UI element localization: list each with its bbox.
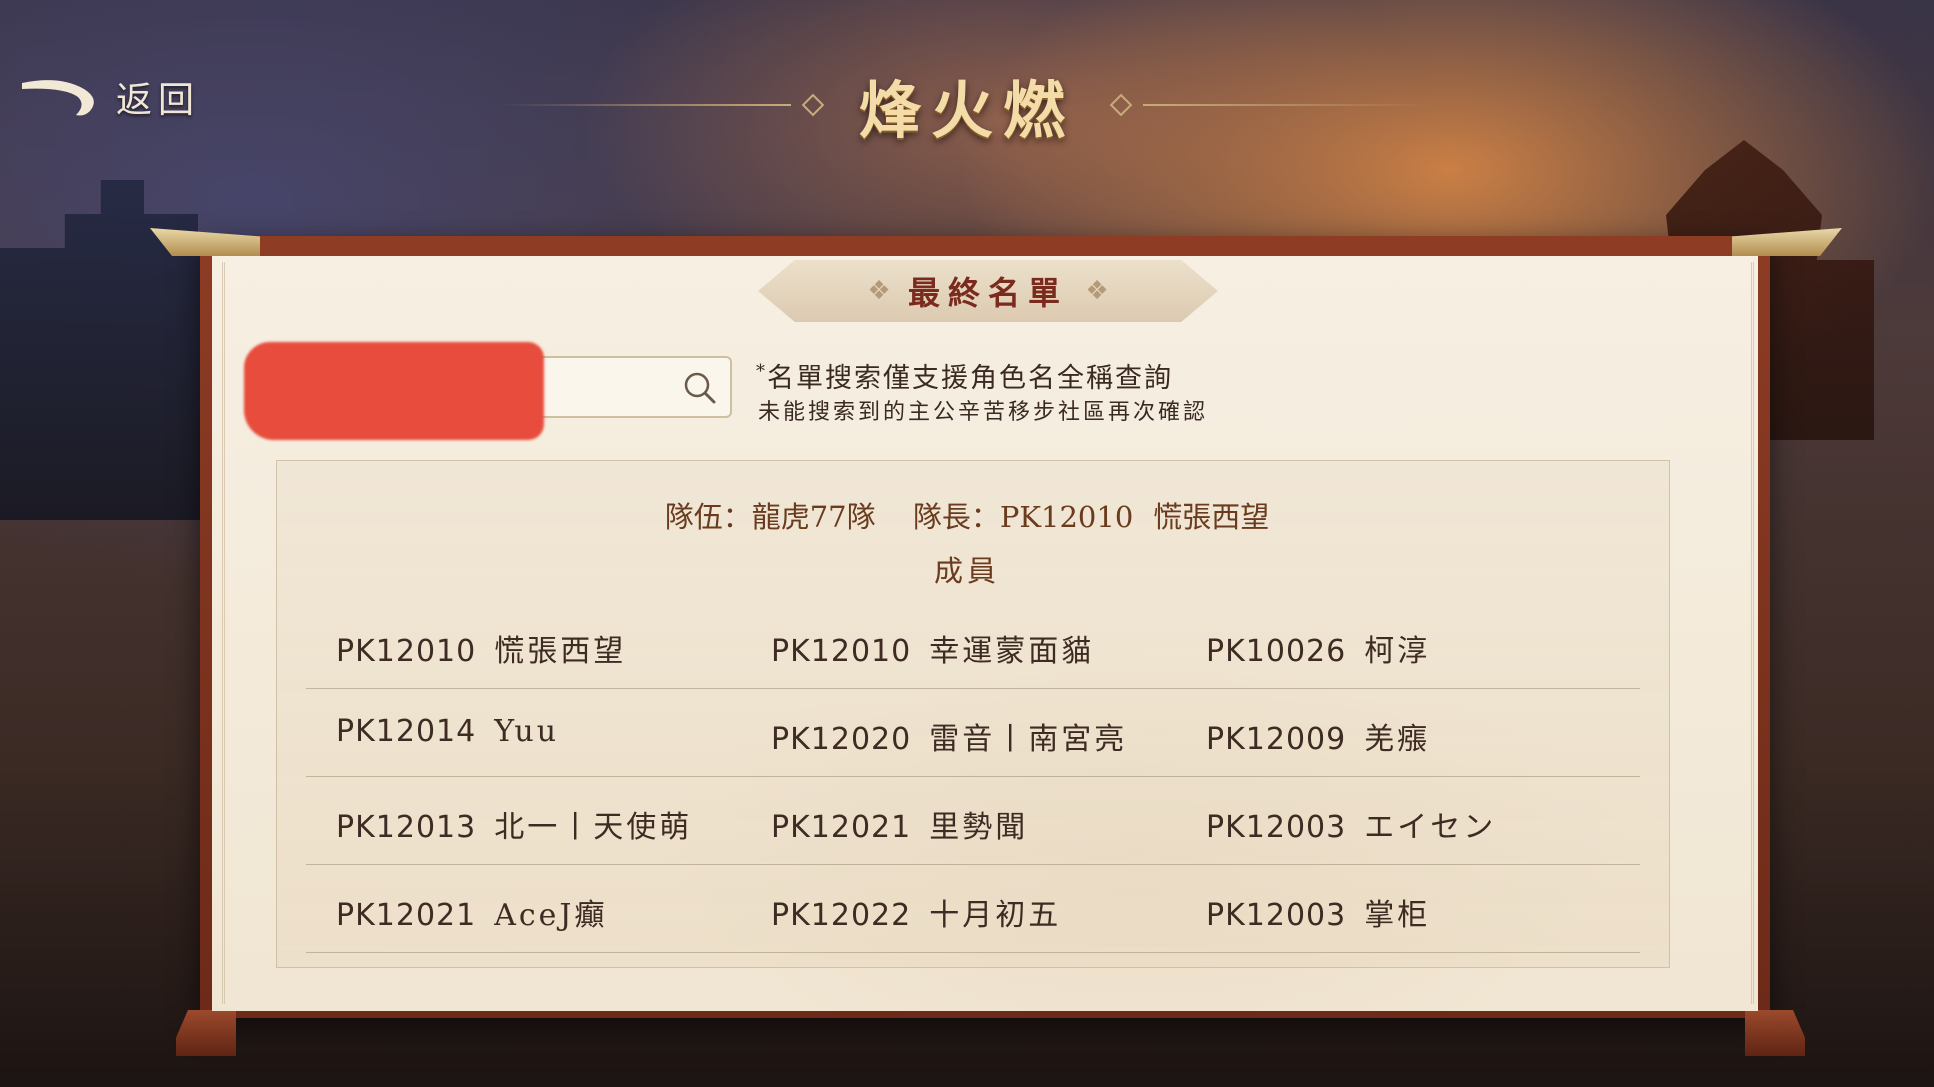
member-row: PK12021 AceJ癲 PK12022 十月初五 PK12003 掌柜 — [306, 864, 1640, 953]
team-label: 隊伍： — [664, 500, 752, 534]
member-name: 里勢聞 — [929, 810, 1029, 845]
title-divider-right — [1143, 104, 1433, 106]
page-title-bar: 烽火燃 — [0, 60, 1934, 150]
member-id: PK12020 — [771, 722, 912, 757]
knot-ornament-left-icon: ❖ — [867, 276, 891, 306]
member-id: PK12022 — [771, 898, 912, 933]
member-entry: PK12014 Yuu — [336, 714, 559, 749]
section-banner: ❖ 最終名單 ❖ — [758, 260, 1218, 322]
member-id: PK12021 — [336, 898, 477, 933]
search-icon[interactable] — [682, 370, 718, 406]
captain-field: 隊長：PK12010 慌張西望 — [913, 500, 1269, 534]
redaction-mark — [244, 342, 544, 440]
member-entry: PK12003 エイセン — [1206, 802, 1496, 846]
member-row: PK12010 慌張西望 PK12010 幸運蒙面貓 PK10026 柯淳 — [306, 600, 1640, 689]
knot-ornament-right-icon: ❖ — [1085, 276, 1109, 306]
frame-foot-right — [1745, 1010, 1805, 1056]
member-name: 羌瘬 — [1364, 722, 1431, 757]
member-id: PK12003 — [1206, 898, 1347, 933]
member-entry: PK12013 北一丨天使萌 — [336, 802, 692, 846]
member-id: PK12009 — [1206, 722, 1347, 757]
member-id: PK12010 — [336, 634, 477, 669]
member-id: PK12021 — [771, 810, 912, 845]
member-id: PK12014 — [336, 714, 477, 749]
team-field: 隊伍：龍虎77隊 — [665, 500, 876, 534]
member-entry: PK12010 幸運蒙面貓 — [771, 626, 1094, 670]
captain-name: 慌張西望 — [1153, 500, 1270, 534]
member-entry: PK12021 AceJ癲 — [336, 890, 607, 934]
title-diamond-left — [801, 93, 825, 117]
member-name: 雷音丨南宮亮 — [929, 722, 1128, 757]
member-name: AceJ癲 — [494, 898, 608, 933]
member-row: PK12014 Yuu PK12020 雷音丨南宮亮 PK12009 羌瘬 — [306, 688, 1640, 777]
captain-id: PK12010 — [999, 500, 1134, 534]
member-id: PK12003 — [1206, 810, 1347, 845]
captain-label: 隊長： — [912, 500, 1000, 534]
member-name: 幸運蒙面貓 — [929, 634, 1095, 669]
member-name: エイセン — [1364, 810, 1497, 845]
page-title: 烽火燃 — [858, 74, 1075, 147]
member-entry: PK10026 柯淳 — [1206, 626, 1430, 670]
member-id: PK10026 — [1206, 634, 1347, 669]
title-diamond-right — [1109, 93, 1133, 117]
member-entry: PK12021 里勢聞 — [771, 802, 1028, 846]
team-name: 龍虎77隊 — [751, 500, 876, 534]
frame-foot-left — [176, 1010, 236, 1056]
member-name: Yuu — [494, 714, 560, 749]
member-name: 柯淳 — [1364, 634, 1431, 669]
member-name: 北一丨天使萌 — [494, 810, 693, 845]
search-note-secondary: 未能搜索到的主公辛苦移步社區再次確認 — [758, 400, 1209, 425]
member-entry: PK12022 十月初五 — [771, 890, 1061, 934]
member-name: 掌柜 — [1364, 898, 1431, 933]
search-note-primary: *名單搜索僅支援角色名全稱查詢 — [756, 361, 1173, 394]
member-entry: PK12003 掌柜 — [1206, 890, 1430, 934]
member-id: PK12013 — [336, 810, 477, 845]
member-row: PK12013 北一丨天使萌 PK12021 里勢聞 PK12003 エイセン — [306, 776, 1640, 865]
members-heading: 成員 — [933, 554, 1000, 588]
member-entry: PK12009 羌瘬 — [1206, 714, 1430, 758]
member-name: 十月初五 — [929, 898, 1062, 933]
team-info: 隊伍：龍虎77隊 隊長：PK12010 慌張西望 — [0, 494, 1934, 536]
member-id: PK12010 — [771, 634, 912, 669]
member-name: 慌張西望 — [494, 634, 627, 669]
member-entry: PK12010 慌張西望 — [336, 626, 626, 670]
member-entry: PK12020 雷音丨南宮亮 — [771, 714, 1127, 758]
title-divider-left — [500, 104, 791, 106]
banner-title: 最終名單 — [907, 274, 1068, 312]
